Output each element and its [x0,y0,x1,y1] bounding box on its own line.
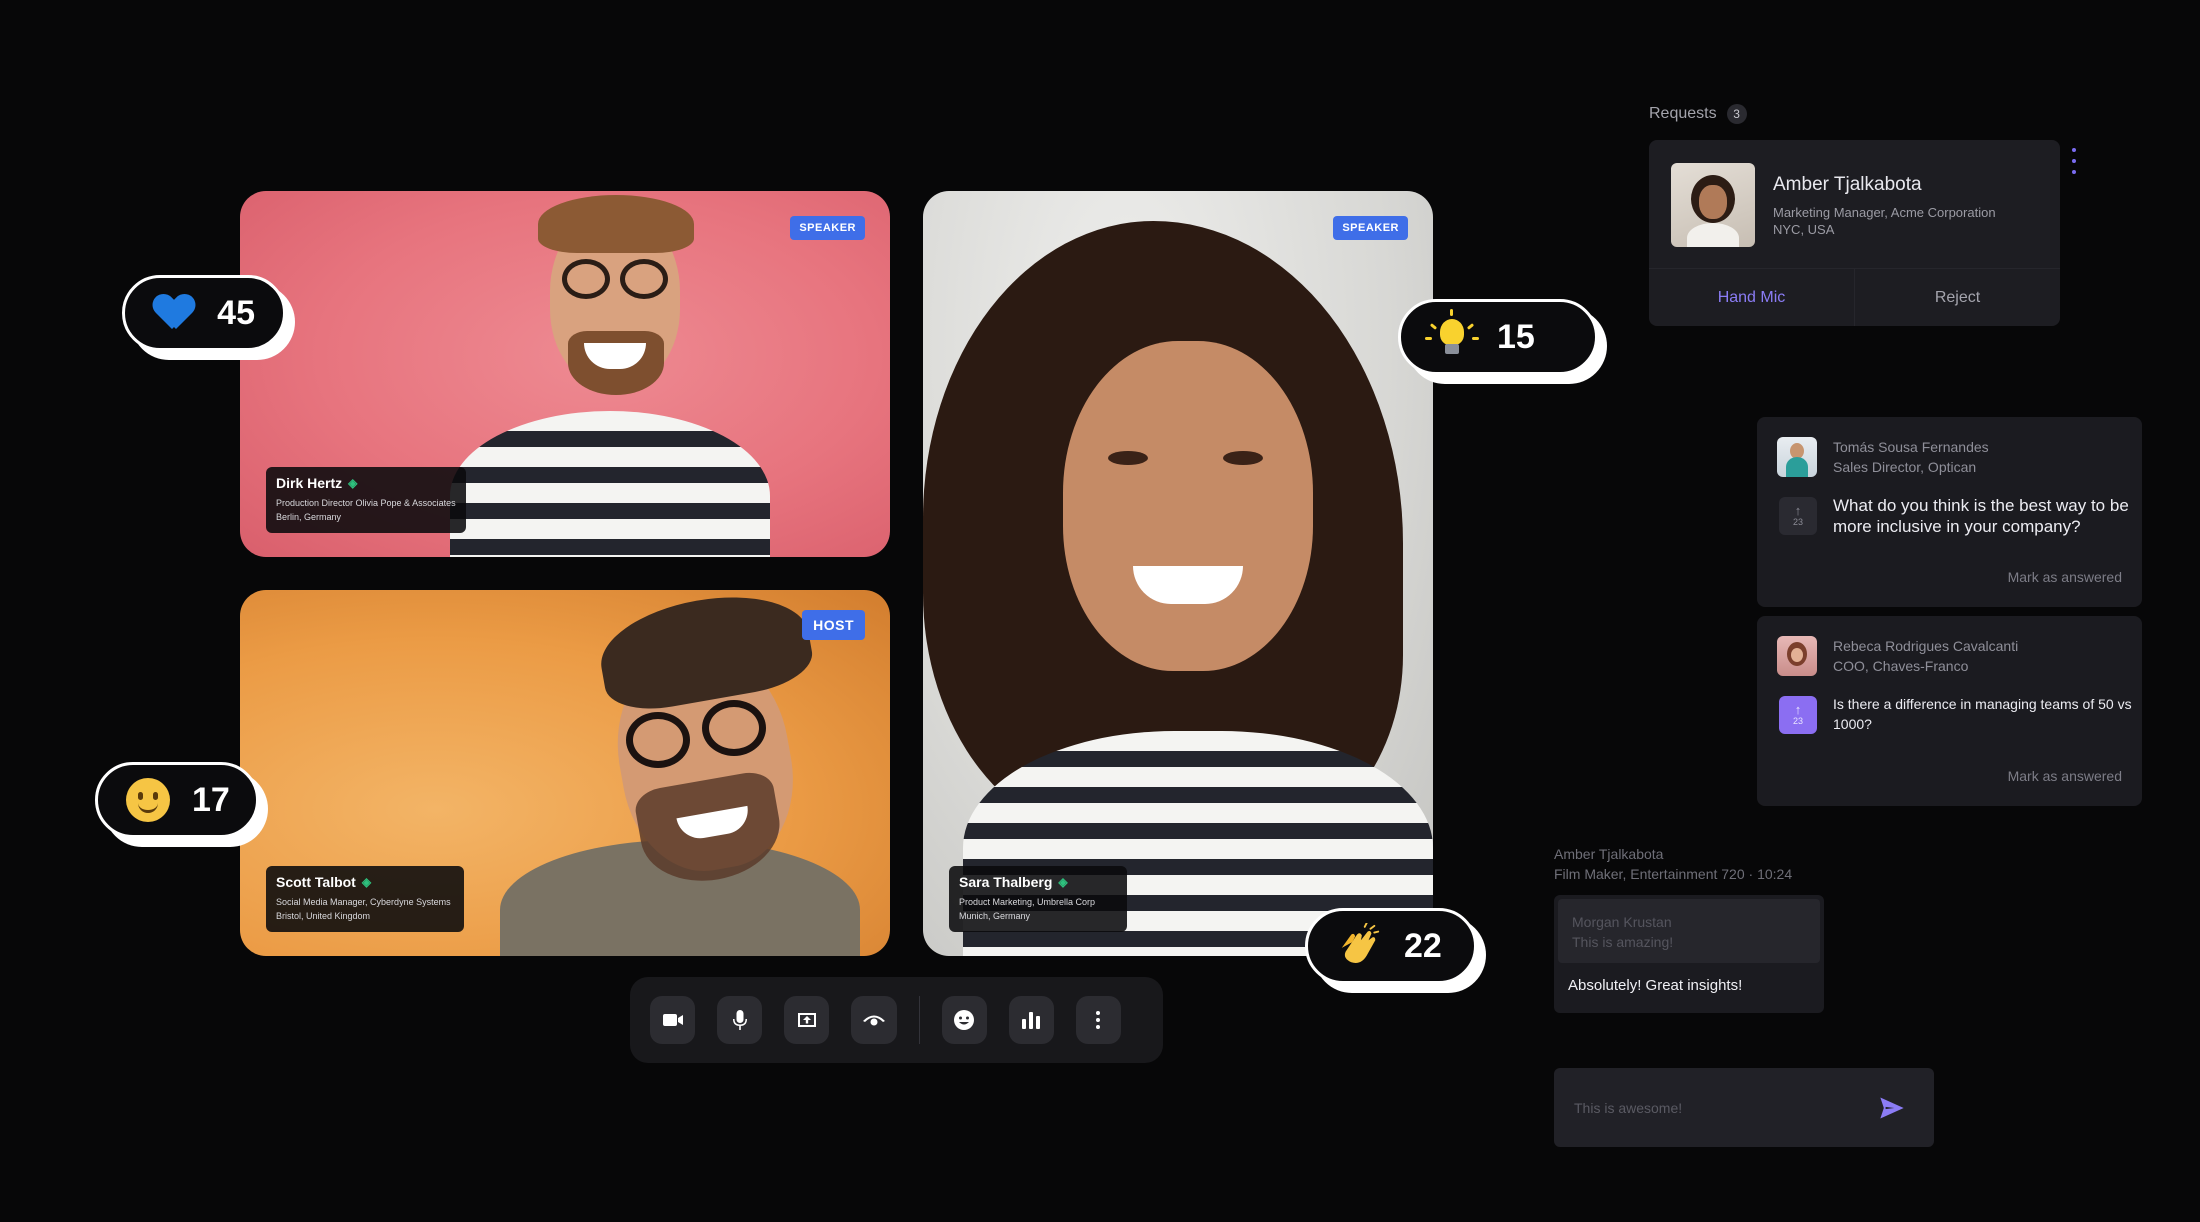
control-divider [918,996,920,1044]
video-tile-dirk-hertz[interactable]: SPEAKER Dirk Hertz ◈ Production Director … [240,191,890,557]
requester-details: Marketing Manager, Acme Corporation NYC,… [1773,204,1996,238]
reaction-bulb-counter[interactable]: 15 [1398,299,1598,375]
requests-title: Requests [1649,105,1717,122]
clapping-hands-icon [1336,923,1382,969]
host-badge: HOST [802,610,865,640]
send-icon [1880,1097,1904,1119]
upvote-count: 23 [1792,517,1803,527]
send-button[interactable] [1878,1094,1906,1122]
quoted-message: Morgan Krustan This is amazing! [1558,899,1820,963]
video-tile-sara-thalberg[interactable]: SPEAKER Sara Thalberg ◈ Product Marketing… [923,191,1433,956]
video-tile-scott-talbot[interactable]: HOST Scott Talbot ◈ Social Media Manager,… [240,590,890,956]
avatar [1777,437,1817,477]
poll-icon [1022,1012,1041,1029]
reaction-count: 17 [192,780,230,819]
question-card: Rebeca Rodrigues Cavalcanti COO, Chaves-… [1757,616,2142,806]
participant-name: Sara Thalberg [959,874,1053,890]
quoted-author: Morgan Krustan [1572,914,1672,930]
view-mode-button[interactable] [851,996,897,1044]
light-bulb-icon [1425,309,1479,360]
poll-button[interactable] [1008,996,1054,1044]
upvote-button[interactable]: ↑ 23 [1779,497,1817,535]
speaking-indicator-icon: ◈ [1058,875,1068,889]
speaking-indicator-icon: ◈ [348,476,358,490]
requests-count-badge: 3 [1726,104,1747,124]
asker-role: Sales Director, Optican [1833,459,1977,475]
call-control-bar [630,977,1163,1063]
more-icon [1096,1011,1101,1029]
participant-location: Bristol, United Kingdom [276,911,371,921]
camera-icon [662,1014,683,1026]
mark-answered-link[interactable]: Mark as answered [2008,768,2122,784]
reject-button[interactable]: Reject [1855,269,2060,326]
asker-role: COO, Chaves-Franco [1833,658,1969,674]
question-text: What do you think is the best way to be … [1833,496,2129,536]
participant-video [430,191,790,557]
eye-icon [863,1015,886,1026]
reaction-count: 45 [217,293,255,332]
reactions-button[interactable] [941,996,987,1044]
requester-name: Amber Tjalkabota [1773,174,1922,195]
arrow-up-icon: ↑ [1794,702,1802,717]
reaction-heart-counter[interactable]: 45 [122,275,286,351]
request-more-icon[interactable] [2072,148,2078,174]
smiling-face-icon [126,777,170,823]
chat-composer [1554,1068,1934,1147]
participant-title: Social Media Manager, Cyberdyne Systems [276,897,451,907]
emoji-icon [954,1010,975,1030]
chat-message-bubble: Morgan Krustan This is amazing! Absolute… [1554,895,1824,1013]
avatar [1671,163,1755,247]
participant-location: Berlin, Germany [276,512,342,522]
speaking-indicator-icon: ◈ [361,875,372,889]
chat-message-header: Amber Tjalkabota Film Maker, Entertainme… [1554,844,1792,884]
request-actions: Hand Mic Reject [1649,268,2060,326]
speaker-badge: SPEAKER [1333,216,1408,240]
chat-meta: Film Maker, Entertainment 720 · 10:24 [1554,866,1793,882]
question-card: Tomás Sousa Fernandes Sales Director, Op… [1757,417,2142,607]
quoted-text: This is amazing! [1572,934,1674,950]
avatar [1777,636,1817,676]
speak-request-card: Amber Tjalkabota Marketing Manager, Acme… [1649,140,2060,326]
chat-author: Amber Tjalkabota [1554,846,1664,862]
participant-name: Dirk Hertz [276,475,343,491]
participant-location: Munich, Germany [959,911,1031,921]
asker-info: Rebeca Rodrigues Cavalcanti COO, Chaves-… [1833,636,2018,676]
share-screen-button[interactable] [784,996,830,1044]
upvote-button[interactable]: ↑ 23 [1779,696,1817,734]
requests-header: Requests 3 [1649,104,1747,124]
mark-answered-link[interactable]: Mark as answered [2008,569,2122,585]
participant-video [450,590,890,956]
participant-nameplate: Sara Thalberg ◈ Product Marketing, Umbrel… [949,866,1127,932]
participant-title: Production Director Olivia Pope & Associ… [276,498,456,508]
upvote-count: 23 [1792,716,1803,726]
hand-mic-button[interactable]: Hand Mic [1649,269,1855,326]
chat-input[interactable] [1574,1093,1874,1123]
participant-video [923,191,1433,956]
blue-heart-icon [153,290,195,336]
participant-title: Product Marketing, Umbrella Corp [959,897,1096,907]
participant-nameplate: Dirk Hertz ◈ Production Director Olivia P… [266,467,466,533]
microphone-icon [732,1010,747,1030]
more-options-button[interactable] [1075,996,1122,1044]
participant-nameplate: Scott Talbot ◈ Social Media Manager, Cybe… [266,866,464,932]
arrow-up-icon: ↑ [1794,503,1802,518]
share-screen-icon [797,1013,816,1027]
asker-info: Tomás Sousa Fernandes Sales Director, Op… [1833,437,1989,477]
reaction-count: 15 [1497,317,1535,356]
asker-name: Rebeca Rodrigues Cavalcanti [1833,638,2019,654]
reaction-smile-counter[interactable]: 17 [95,762,259,838]
requester-location: NYC, USA [1773,222,1835,237]
camera-toggle-button[interactable] [650,996,696,1044]
participant-name: Scott Talbot [276,874,356,890]
microphone-toggle-button[interactable] [717,996,763,1044]
reaction-count: 22 [1404,926,1442,965]
reaction-clap-counter[interactable]: 22 [1305,908,1477,984]
asker-name: Tomás Sousa Fernandes [1833,439,1989,455]
question-text: Is there a difference in managing teams … [1833,696,2132,732]
speaker-badge: SPEAKER [790,216,865,240]
requester-title: Marketing Manager, Acme Corporation [1773,205,1996,220]
chat-message-text: Absolutely! Great insights! [1568,977,1743,994]
